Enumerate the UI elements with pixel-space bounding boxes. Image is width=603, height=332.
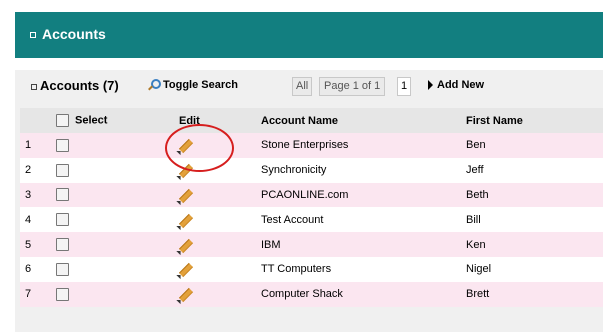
pager-page-indicator: Page 1 of 1 [319, 77, 386, 96]
first-name-cell: Ken [466, 232, 603, 257]
pencil-icon[interactable] [176, 285, 195, 305]
row-number: 3 [20, 182, 56, 208]
select-cell [56, 232, 174, 257]
table-row: 5 IBM Ken [20, 232, 603, 257]
pencil-icon[interactable] [176, 161, 195, 181]
header-bullet-icon [30, 32, 36, 38]
top-strip [0, 0, 603, 12]
account-name-cell: IBM [261, 232, 466, 257]
table-row: 7 Computer Shack Brett [20, 281, 603, 307]
account-name-cell: PCAONLINE.com [261, 182, 466, 208]
pencil-icon[interactable] [176, 211, 195, 230]
select-cell [56, 182, 174, 208]
select-header: Select [56, 108, 174, 133]
account-name-cell: Test Account [261, 207, 466, 233]
edit-cell [174, 256, 261, 282]
edit-cell [174, 281, 261, 307]
first-name-cell: Beth [466, 182, 603, 208]
first-name-header[interactable]: First Name [466, 108, 603, 133]
row-number-header [20, 108, 56, 133]
row-checkbox[interactable] [56, 287, 69, 301]
page-header: Accounts [15, 12, 603, 58]
row-number: 6 [20, 256, 56, 282]
row-checkbox[interactable] [56, 138, 69, 152]
add-new-button[interactable]: Add New [428, 79, 484, 91]
collapse-icon[interactable] [31, 84, 37, 90]
row-number: 1 [20, 133, 56, 158]
select-cell [56, 256, 174, 282]
table-row: 2 Synchronicity Jeff [20, 157, 603, 183]
select-cell [56, 133, 174, 158]
account-name-cell: TT Computers [261, 256, 466, 282]
pencil-icon[interactable] [176, 136, 195, 156]
triangle-right-icon [428, 80, 433, 91]
pager-all-button[interactable]: All [292, 77, 313, 96]
edit-cell [174, 133, 261, 158]
row-number: 7 [20, 281, 56, 307]
edit-cell [174, 232, 261, 257]
toolbar: Accounts (7) Toggle Search All Page 1 of… [15, 70, 603, 106]
toggle-search-label: Toggle Search [163, 79, 238, 91]
first-name-cell: Nigel [466, 256, 603, 282]
table-row: 4 Test Account Bill [20, 207, 603, 233]
select-header-label: Select [75, 114, 108, 127]
table-header-row: Select Edit Account Name First Name [20, 108, 603, 133]
account-name-cell: Computer Shack [261, 281, 466, 307]
accounts-panel: Accounts (7) Toggle Search All Page 1 of… [15, 70, 603, 332]
toggle-search-button[interactable]: Toggle Search [147, 79, 238, 91]
pager-page-1-button[interactable]: 1 [397, 77, 412, 96]
row-checkbox[interactable] [56, 262, 69, 276]
row-number: 2 [20, 157, 56, 183]
row-number: 5 [20, 232, 56, 257]
accounts-table: Select Edit Account Name First Name 1 St… [20, 108, 603, 307]
pencil-icon[interactable] [176, 260, 195, 280]
table-row: 1 Stone Enterprises Ben [20, 133, 603, 158]
first-name-cell: Ben [466, 133, 603, 158]
page-title: Accounts [42, 26, 106, 42]
first-name-cell: Jeff [466, 157, 603, 183]
account-name-cell: Synchronicity [261, 157, 466, 183]
add-new-label: Add New [437, 79, 485, 91]
row-checkbox[interactable] [56, 163, 69, 177]
table-row: 6 TT Computers Nigel [20, 256, 603, 282]
account-name-cell: Stone Enterprises [261, 133, 466, 158]
account-name-header[interactable]: Account Name [261, 108, 466, 133]
first-name-cell: Bill [466, 207, 603, 233]
pencil-icon[interactable] [176, 236, 195, 255]
row-number: 4 [20, 207, 56, 233]
edit-cell [174, 182, 261, 208]
table-row: 3 PCAONLINE.com Beth [20, 182, 603, 208]
select-cell [56, 157, 174, 183]
first-name-cell: Brett [466, 281, 603, 307]
row-checkbox[interactable] [56, 213, 69, 227]
edit-cell [174, 207, 261, 233]
search-icon [147, 79, 161, 91]
pencil-icon[interactable] [176, 186, 195, 206]
select-cell [56, 207, 174, 233]
edit-cell [174, 157, 261, 183]
row-checkbox[interactable] [56, 238, 69, 252]
select-cell [56, 281, 174, 307]
row-checkbox[interactable] [56, 188, 69, 202]
select-all-checkbox[interactable] [56, 114, 69, 127]
list-title: Accounts (7) [40, 78, 119, 93]
edit-header: Edit [174, 108, 261, 133]
